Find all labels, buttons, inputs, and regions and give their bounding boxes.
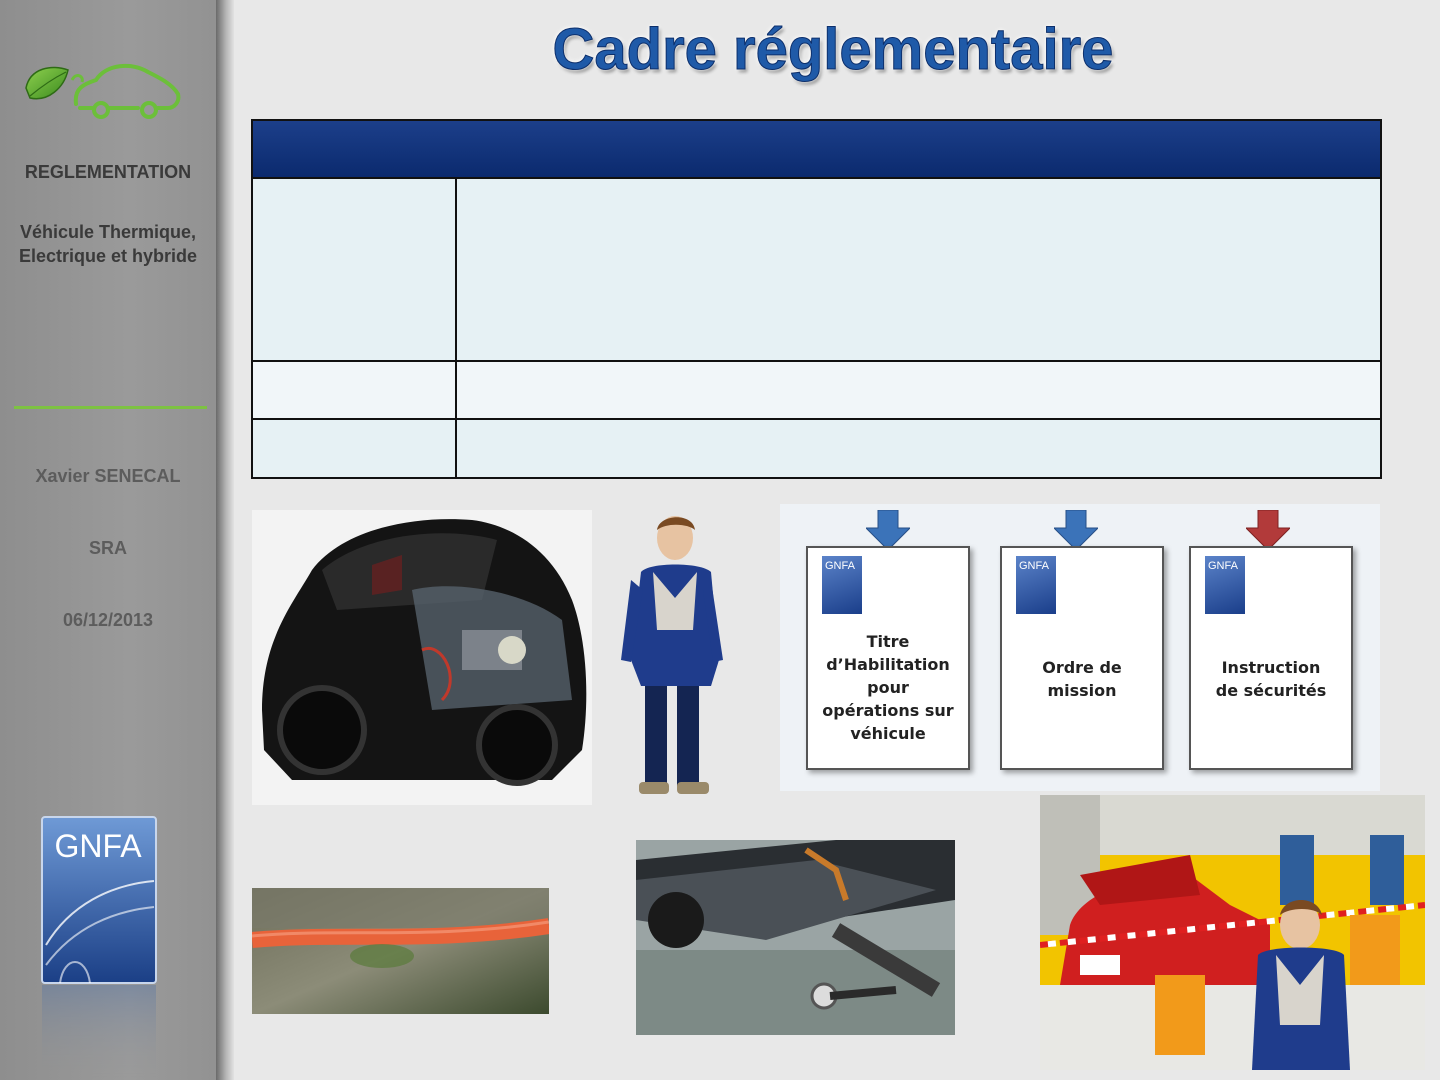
technician-image bbox=[615, 510, 730, 800]
document-card: GNFA Instruction de sécurités bbox=[1189, 546, 1353, 770]
table-column-divider bbox=[455, 179, 457, 477]
document-card: GNFA Titre d’Habilitation pour opération… bbox=[806, 546, 970, 770]
orange-cable-image bbox=[252, 888, 549, 1014]
author-name: Xavier SENECAL bbox=[35, 466, 181, 486]
regulation-table bbox=[251, 119, 1382, 479]
table-row bbox=[253, 179, 1380, 362]
hybrid-car-image bbox=[252, 510, 592, 805]
arrow-down-icon bbox=[1246, 510, 1290, 550]
document-title: Ordre de mission bbox=[1042, 658, 1122, 700]
green-divider bbox=[14, 406, 207, 409]
gnfa-logo-reflection-icon bbox=[42, 985, 156, 1080]
table-row bbox=[253, 362, 1380, 420]
subtitle-line-2: Electrique et hybride bbox=[18, 246, 198, 266]
gnfa-logo-icon: GNFA bbox=[1205, 556, 1245, 614]
table-row bbox=[253, 420, 1380, 477]
document-title: Titre d’Habilitation pour opérations sur… bbox=[822, 632, 954, 743]
arrow-down-icon bbox=[1054, 510, 1098, 550]
gnfa-logo-icon: GNFA bbox=[41, 816, 157, 984]
sidebar-shadow bbox=[216, 0, 234, 1080]
gnfa-logo-icon: GNFA bbox=[822, 556, 862, 614]
svg-text:GNFA: GNFA bbox=[54, 828, 142, 864]
subtitle-line-1: Véhicule Thermique, bbox=[19, 222, 197, 242]
document-card: GNFA Ordre de mission bbox=[1000, 546, 1164, 770]
gnfa-logo-icon: GNFA bbox=[1016, 556, 1056, 614]
section-title: REGLEMENTATION bbox=[24, 162, 192, 182]
sidebar: REGLEMENTATION Véhicule Thermique, Elect… bbox=[0, 0, 216, 1080]
organization: SRA bbox=[88, 538, 127, 558]
arrow-down-icon bbox=[866, 510, 910, 550]
page-title: Cadre réglementaire bbox=[552, 17, 1114, 83]
vehicle-underbody-image bbox=[636, 840, 955, 1035]
workshop-safety-image bbox=[1040, 795, 1425, 1070]
document-title: Instruction de sécurités bbox=[1215, 658, 1327, 700]
documents-panel: GNFA Titre d’Habilitation pour opération… bbox=[780, 504, 1380, 791]
table-header bbox=[253, 121, 1380, 179]
date: 06/12/2013 bbox=[62, 610, 154, 630]
